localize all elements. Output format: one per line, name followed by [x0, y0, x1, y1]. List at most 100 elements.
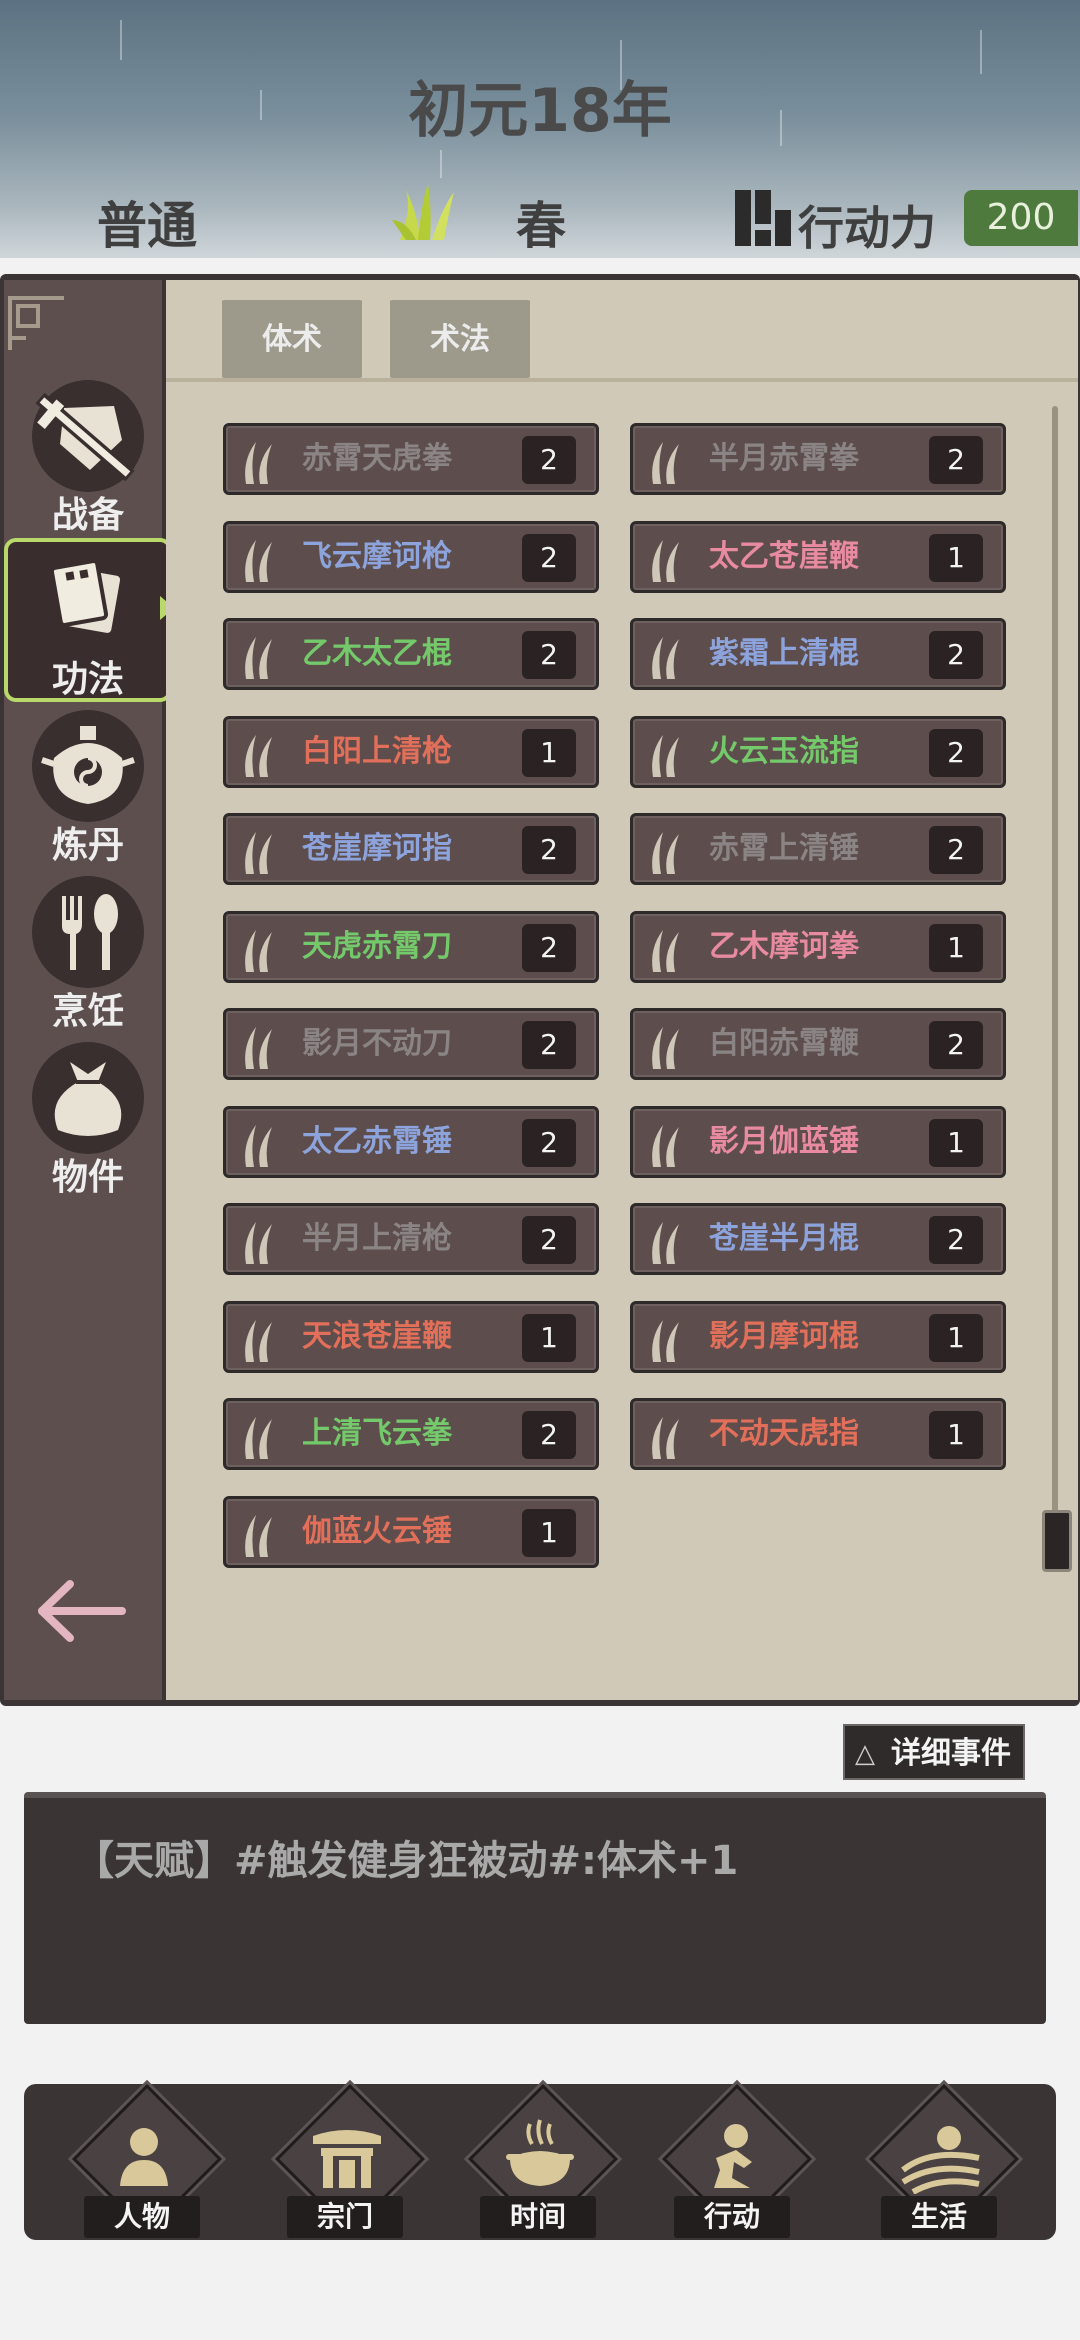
skill-card[interactable]: 赤霄天虎拳 2	[223, 423, 599, 495]
skill-card[interactable]: 影月摩诃棍 1	[630, 1300, 1006, 1373]
scrollbar-track[interactable]	[1052, 406, 1058, 1556]
sidebar-item-cooking[interactable]: 烹饪	[8, 874, 168, 1032]
skill-name: 影月摩诃棍	[709, 1318, 859, 1354]
skill-card[interactable]: 半月赤霄拳 2	[630, 423, 1006, 495]
skill-count: 1	[522, 1508, 576, 1557]
skill-count: 1	[929, 533, 983, 582]
skill-card[interactable]: 天浪苍崖鞭 1	[223, 1300, 599, 1373]
nav-label: 人物	[84, 2196, 200, 2238]
tab-spells[interactable]: 术法	[390, 300, 530, 378]
nav-label: 生活	[881, 2196, 997, 2238]
skill-card[interactable]: 白阳赤霄鞭 2	[630, 1008, 1006, 1080]
nav-label: 时间	[480, 2196, 596, 2238]
sidebar-item-alchemy[interactable]: 炼丹	[8, 708, 168, 866]
skill-swoosh-icon	[652, 1319, 679, 1362]
skill-card[interactable]: 赤霄上清锤 2	[630, 813, 1006, 885]
skill-name: 影月不动刀	[302, 1026, 452, 1061]
skill-swoosh-icon	[245, 1417, 272, 1459]
nav-label: 宗门	[287, 2196, 403, 2238]
skill-swoosh-icon	[652, 442, 679, 484]
skill-count: 2	[522, 436, 576, 484]
skill-name: 半月赤霄拳	[709, 441, 859, 476]
skill-card[interactable]: 苍崖摩诃指 2	[223, 813, 599, 885]
difficulty-mode: 普通	[97, 197, 197, 255]
skill-name: 白阳赤霄鞭	[709, 1026, 859, 1061]
tab-body-arts[interactable]: 体术	[222, 300, 362, 378]
skill-name: 影月伽蓝锤	[709, 1123, 859, 1159]
item-bag-icon	[32, 1042, 144, 1154]
skill-card[interactable]: 影月不动刀 2	[223, 1008, 599, 1080]
skill-name: 上清飞云拳	[302, 1416, 452, 1451]
skill-count: 2	[522, 1021, 576, 1069]
skill-count: 2	[522, 923, 576, 972]
nav-item-sect[interactable]: 宗门	[263, 2084, 425, 2238]
event-log-line: 【天赋】#触发健身狂被动#:体术+1	[74, 1838, 739, 1884]
skill-swoosh-icon	[245, 539, 272, 582]
skill-swoosh-icon	[245, 1222, 272, 1264]
action-points-value: 200	[964, 190, 1078, 246]
skill-card[interactable]: 乙木太乙棍 2	[223, 618, 599, 690]
sidebar-item-label: 炼丹	[51, 825, 124, 866]
skill-count: 2	[522, 826, 576, 874]
skill-count: 1	[929, 1313, 983, 1362]
skill-name: 乙木太乙棍	[302, 636, 452, 671]
detail-events-button[interactable]: △ 详细事件	[843, 1724, 1025, 1780]
skill-card[interactable]: 影月伽蓝锤 1	[630, 1105, 1006, 1178]
skill-card[interactable]: 半月上清枪 2	[223, 1203, 599, 1275]
skill-name: 太乙苍崖鞭	[709, 538, 859, 574]
scrollbar-thumb[interactable]	[1042, 1510, 1072, 1572]
skill-swoosh-icon	[245, 1514, 272, 1557]
skill-card[interactable]: 飞云摩诃枪 2	[223, 520, 599, 593]
skill-card[interactable]: 天虎赤霄刀 2	[223, 910, 599, 983]
skill-card[interactable]: 紫霜上清棍 2	[630, 618, 1006, 690]
skill-card[interactable]: 太乙赤霄锤 2	[223, 1105, 599, 1178]
game-year: 初元18年	[408, 76, 672, 146]
back-arrow-icon[interactable]	[36, 1576, 126, 1646]
skill-swoosh-icon	[652, 1222, 679, 1264]
sidebar-item-items[interactable]: 物件	[8, 1040, 168, 1198]
alchemy-cauldron-icon	[32, 710, 144, 822]
nav-item-time[interactable]: 时间	[456, 2084, 618, 2238]
skill-card[interactable]: 乙木摩诃拳 1	[630, 910, 1006, 983]
action-figure-icon	[714, 2124, 752, 2188]
skill-count: 1	[929, 1411, 983, 1459]
skill-name: 紫霜上清棍	[709, 636, 859, 671]
skill-card[interactable]: 苍崖半月棍 2	[630, 1203, 1006, 1275]
scroll-book-icon	[49, 559, 121, 633]
skill-count: 2	[929, 436, 983, 484]
sidebar-item-equipment[interactable]: 战备	[8, 378, 168, 536]
sidebar-item-label: 战备	[51, 495, 124, 536]
skill-card[interactable]: 白阳上清枪 1	[223, 715, 599, 788]
cooking-utensils-icon	[32, 876, 144, 988]
skill-swoosh-icon	[245, 1124, 272, 1167]
nav-item-life[interactable]: 生活	[857, 2084, 1019, 2238]
skill-name: 苍崖摩诃指	[302, 831, 452, 866]
skill-name: 太乙赤霄锤	[302, 1123, 452, 1159]
skill-count: 1	[522, 728, 576, 777]
nav-item-character[interactable]: 人物	[60, 2084, 222, 2238]
skill-name: 白阳上清枪	[302, 733, 452, 769]
skill-count: 2	[522, 533, 576, 582]
skill-swoosh-icon	[652, 1124, 679, 1167]
skill-count: 2	[522, 1118, 576, 1167]
event-log: 【天赋】#触发健身狂被动#:体术+1	[24, 1792, 1046, 2024]
nav-item-action[interactable]: 行动	[650, 2084, 812, 2238]
sidebar-item-label: 功法	[51, 659, 124, 700]
skill-card[interactable]: 上清飞云拳 2	[223, 1398, 599, 1470]
skill-count: 2	[522, 1411, 576, 1459]
skill-name: 天虎赤霄刀	[302, 928, 452, 964]
skill-name: 飞云摩诃枪	[302, 538, 452, 574]
sidebar-item-skills[interactable]: 功法	[4, 538, 174, 702]
skill-name: 不动天虎指	[709, 1416, 859, 1451]
skill-swoosh-icon	[652, 539, 679, 582]
skill-card[interactable]: 火云玉流指 2	[630, 715, 1006, 788]
person-icon	[120, 2128, 168, 2186]
skill-name: 伽蓝火云锤	[302, 1513, 452, 1549]
incense-burner-icon	[506, 2119, 574, 2186]
sect-gate-icon	[313, 2130, 381, 2188]
nav-label: 行动	[674, 2196, 790, 2238]
skill-card[interactable]: 伽蓝火云锤 1	[223, 1495, 599, 1568]
skill-card[interactable]: 太乙苍崖鞭 1	[630, 520, 1006, 593]
skill-card[interactable]: 不动天虎指 1	[630, 1398, 1006, 1470]
skill-swoosh-icon	[245, 442, 272, 484]
